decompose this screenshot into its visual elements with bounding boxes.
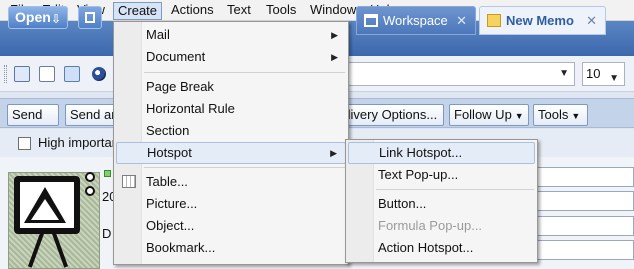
- chevron-right-icon: ▶: [330, 148, 337, 158]
- bcc-field[interactable]: [535, 216, 634, 236]
- menu-item-button[interactable]: Button...: [348, 193, 535, 215]
- menu-tools[interactable]: Tools: [262, 2, 300, 20]
- menu-separator: [144, 72, 345, 73]
- workspace-icon: [364, 14, 378, 27]
- menu-create[interactable]: Create: [113, 2, 163, 20]
- tab-new-memo-label: New Memo: [506, 13, 574, 28]
- window-icon: [85, 12, 95, 23]
- menu-item-bookmark[interactable]: Bookmark...: [116, 237, 346, 259]
- high-importance-checkbox[interactable]: [18, 137, 31, 150]
- edit-icon[interactable]: [39, 66, 55, 82]
- open-button[interactable]: Open ⇩: [8, 6, 68, 29]
- send-button[interactable]: Send: [7, 104, 59, 126]
- chevron-down-icon: ▼: [571, 111, 581, 121]
- chevron-down-icon: ▼: [609, 73, 619, 84]
- menu-item-page-break[interactable]: Page Break: [116, 76, 346, 98]
- menu-separator: [144, 167, 345, 168]
- menu-item-label: Document: [146, 49, 206, 64]
- menu-item-hotspot[interactable]: Hotspot ▶: [116, 142, 346, 164]
- forward-icon[interactable]: [64, 66, 80, 82]
- create-menu: Mail ▶ Document ▶ Page Break Horizontal Ru…: [113, 21, 349, 265]
- close-icon[interactable]: ✕: [586, 7, 597, 34]
- chevron-down-icon: ▼: [514, 111, 524, 121]
- chevron-right-icon: ▶: [331, 52, 338, 62]
- font-size-value: 10: [586, 66, 601, 81]
- subject-field[interactable]: [535, 240, 634, 260]
- chevron-down-icon: ▼: [559, 68, 569, 79]
- menu-text[interactable]: Text: [223, 2, 255, 20]
- tools-label: Tools: [538, 107, 569, 122]
- close-icon[interactable]: ✕: [456, 7, 467, 34]
- field-label-d: D: [102, 226, 112, 241]
- menu-window[interactable]: Window: [306, 2, 360, 20]
- menu-item-link-hotspot[interactable]: Link Hotspot...: [348, 142, 535, 164]
- menu-item-table[interactable]: Table...: [116, 171, 346, 193]
- menu-item-label: Mail: [146, 27, 170, 42]
- menu-separator: [376, 189, 534, 190]
- status-indicator: [104, 170, 111, 177]
- menu-item-formula-popup: Formula Pop-up...: [378, 218, 483, 233]
- table-icon: [122, 175, 136, 188]
- triangle-inner: [31, 199, 59, 220]
- cc-field[interactable]: [535, 191, 634, 211]
- globe-icon[interactable]: [92, 67, 106, 81]
- menu-item-object[interactable]: Object...: [116, 215, 346, 237]
- arrow-down-icon: ⇩: [50, 12, 61, 26]
- menu-item-picture[interactable]: Picture...: [116, 193, 346, 215]
- to-field[interactable]: [535, 167, 634, 187]
- menu-item-horizontal-rule[interactable]: Horizontal Rule: [116, 98, 346, 120]
- properties-icon[interactable]: [14, 66, 30, 82]
- tab-workspace[interactable]: Workspace ✕: [356, 6, 476, 35]
- menu-item-action-hotspot[interactable]: Action Hotspot...: [348, 237, 535, 259]
- send-and-file-button[interactable]: Send and File: [65, 104, 120, 126]
- font-size-select[interactable]: 10 ▼: [582, 62, 625, 86]
- chevron-right-icon: ▶: [331, 30, 338, 40]
- tv-knob: [85, 172, 95, 182]
- menu-item-section[interactable]: Section: [116, 120, 346, 142]
- tools-button[interactable]: Tools ▼: [533, 104, 588, 126]
- switch-window-button[interactable]: [78, 6, 102, 29]
- open-button-label: Open: [15, 9, 51, 25]
- menu-item-mail[interactable]: Mail ▶: [116, 24, 346, 46]
- tv-knob: [85, 186, 95, 196]
- memo-icon: [487, 14, 501, 27]
- tab-workspace-label: Workspace: [383, 13, 448, 28]
- delivery-options-button[interactable]: Delivery Options...: [338, 104, 444, 126]
- menu-item-label: Table...: [146, 174, 188, 189]
- menu-actions[interactable]: Actions: [167, 2, 218, 20]
- font-name-select[interactable]: ▼: [342, 62, 575, 86]
- toolbar-grip[interactable]: [4, 65, 7, 83]
- tab-new-memo[interactable]: New Memo ✕: [479, 6, 606, 35]
- menu-item-text-popup[interactable]: Text Pop-up...: [348, 164, 535, 186]
- follow-up-label: Follow Up: [454, 107, 512, 122]
- menu-item-document[interactable]: Document ▶: [116, 46, 346, 68]
- hotspot-submenu: Link Hotspot... Text Pop-up... Button...…: [345, 139, 538, 263]
- menu-item-label: Hotspot: [147, 145, 192, 160]
- follow-up-button[interactable]: Follow Up ▼: [449, 104, 529, 126]
